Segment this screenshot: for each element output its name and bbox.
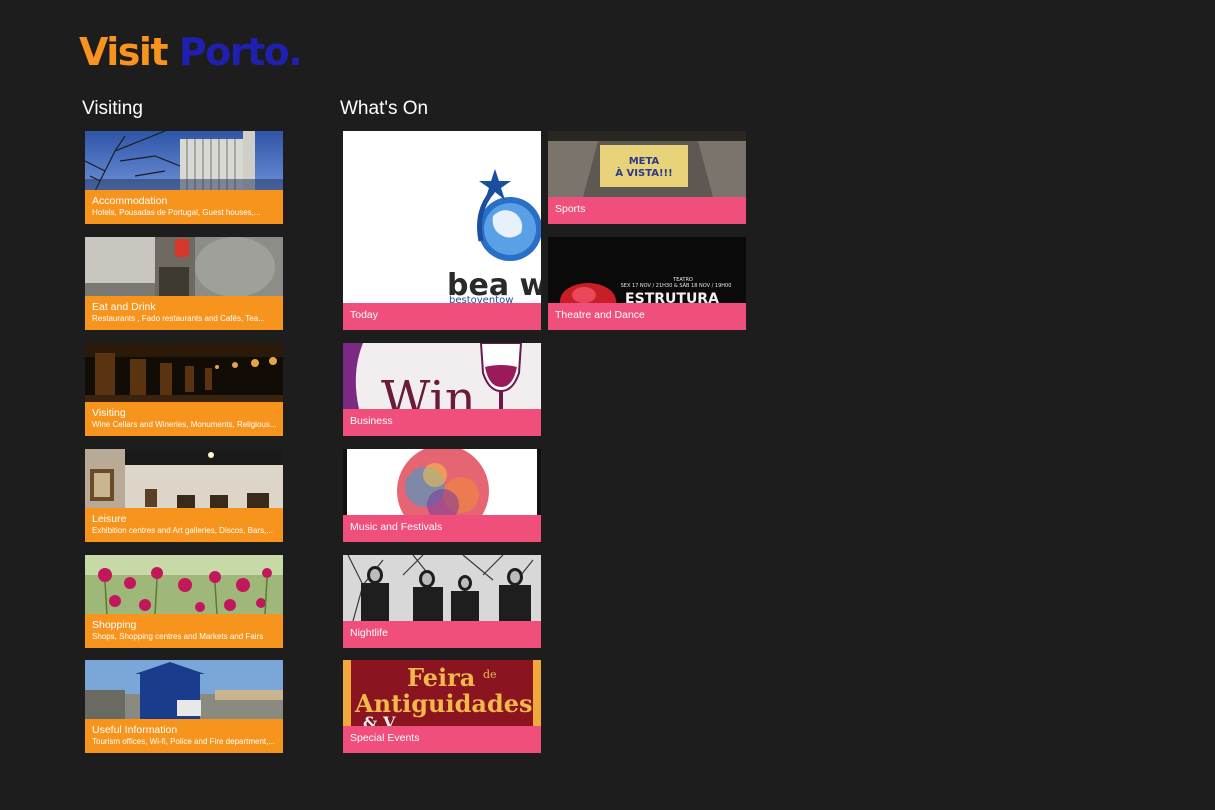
sports-image-text-2: À VISTA!!!: [615, 166, 672, 179]
tile-sports[interactable]: META À VISTA!!! Sports: [548, 131, 746, 224]
theatre-image: TEATRO SEX 17 NOV / 21H30 & SÁB 18 NOV /…: [548, 237, 746, 303]
accommodation-image: [85, 131, 283, 191]
tile-accommodation[interactable]: Accommodation Hotels, Pousadas de Portug…: [85, 131, 283, 224]
section-title-whats-on[interactable]: What's On: [340, 97, 428, 121]
tile-label: Theatre and Dance: [555, 309, 645, 321]
tile-label: Sports: [555, 203, 586, 215]
special-events-image-text-4: & V: [363, 713, 396, 726]
tile-business[interactable]: Win Business: [343, 343, 541, 436]
tile-label: Leisure: [92, 513, 127, 525]
tile-useful-information[interactable]: Useful Information Tourism offices, Wi-f…: [85, 660, 283, 753]
logo-word-visit: Visit: [79, 30, 169, 74]
tile-label: Shopping: [92, 619, 137, 631]
tile-label: Today: [350, 309, 379, 321]
music-image: [343, 449, 541, 515]
accommodation-bar: Accommodation Hotels, Pousadas de Portug…: [85, 190, 283, 224]
special-events-image: Feira de Antiguidades & V: [343, 660, 541, 726]
nightlife-bar: Nightlife: [343, 621, 541, 648]
useful-information-bar: Useful Information Tourism offices, Wi-f…: [85, 719, 283, 753]
tile-eat-and-drink[interactable]: Eat and Drink Restaurants , Fado restaur…: [85, 237, 283, 330]
logo-word-porto: Porto.: [178, 30, 303, 74]
tile-today[interactable]: bea wo bestoventow Today: [343, 131, 541, 330]
theatre-image-text-3: ESTRUTURA: [625, 291, 719, 303]
tile-music-and-festivals[interactable]: Music and Festivals: [343, 449, 541, 542]
sports-image: META À VISTA!!!: [548, 131, 746, 197]
theatre-image-text-2: SEX 17 NOV / 21H30 & SÁB 18 NOV / 19H00: [621, 282, 732, 289]
tile-label: Music and Festivals: [350, 521, 443, 533]
tile-label: Visiting: [92, 407, 126, 419]
tile-label: Eat and Drink: [92, 301, 156, 313]
tile-subtitle: Tourism offices, Wi-fi, Police and Fire …: [92, 737, 276, 746]
today-bar: Today: [343, 303, 541, 330]
special-events-image-text-2: de: [483, 668, 497, 681]
tile-label: Accommodation: [92, 195, 168, 207]
tile-subtitle: Restaurants , Fado restaurants and Cafés…: [92, 314, 265, 323]
tile-label: Useful Information: [92, 724, 178, 736]
tile-label: Business: [350, 415, 393, 427]
tile-label: Special Events: [350, 732, 420, 744]
business-image: Win: [343, 343, 541, 409]
tile-visiting[interactable]: Visiting Wine Cellars and Wineries, Monu…: [85, 343, 283, 436]
eat-and-drink-image: [85, 237, 283, 297]
leisure-bar: Leisure Exhibition centres and Art galle…: [85, 508, 283, 542]
tile-subtitle: Hotels, Pousadas de Portugal, Guest hous…: [92, 208, 261, 217]
sports-bar: Sports: [548, 197, 746, 224]
useful-information-image: [85, 660, 283, 720]
music-bar: Music and Festivals: [343, 515, 541, 542]
special-events-image-text-1: Feira: [407, 663, 475, 692]
theatre-bar: Theatre and Dance: [548, 303, 746, 330]
tile-shopping[interactable]: Shopping Shops, Shopping centres and Mar…: [85, 555, 283, 648]
leisure-image: [85, 449, 283, 509]
tile-subtitle: Exhibition centres and Art galleries, Di…: [92, 526, 273, 535]
special-events-bar: Special Events: [343, 726, 541, 753]
tile-subtitle: Wine Cellars and Wineries, Monuments, Re…: [92, 420, 276, 429]
sports-image-text-1: META: [629, 156, 660, 167]
shopping-image: [85, 555, 283, 615]
tile-subtitle: Shops, Shopping centres and Markets and …: [92, 632, 264, 641]
nightlife-image: [343, 555, 541, 621]
tile-label: Nightlife: [350, 627, 388, 639]
tile-nightlife[interactable]: Nightlife: [343, 555, 541, 648]
eat-and-drink-bar: Eat and Drink Restaurants , Fado restaur…: [85, 296, 283, 330]
visiting-bar: Visiting Wine Cellars and Wineries, Monu…: [85, 402, 283, 436]
visiting-image: [85, 343, 283, 403]
shopping-bar: Shopping Shops, Shopping centres and Mar…: [85, 614, 283, 648]
tile-special-events[interactable]: Feira de Antiguidades & V Special Events: [343, 660, 541, 753]
tile-leisure[interactable]: Leisure Exhibition centres and Art galle…: [85, 449, 283, 542]
today-image: bea wo bestoventow: [343, 131, 541, 303]
app-logo: Visit Porto.: [79, 28, 303, 76]
section-title-visiting[interactable]: Visiting: [82, 97, 143, 121]
today-image-text-2: bestoventow: [449, 295, 513, 303]
tile-theatre-and-dance[interactable]: TEATRO SEX 17 NOV / 21H30 & SÁB 18 NOV /…: [548, 237, 746, 330]
business-image-text: Win: [381, 371, 476, 409]
business-bar: Business: [343, 409, 541, 436]
